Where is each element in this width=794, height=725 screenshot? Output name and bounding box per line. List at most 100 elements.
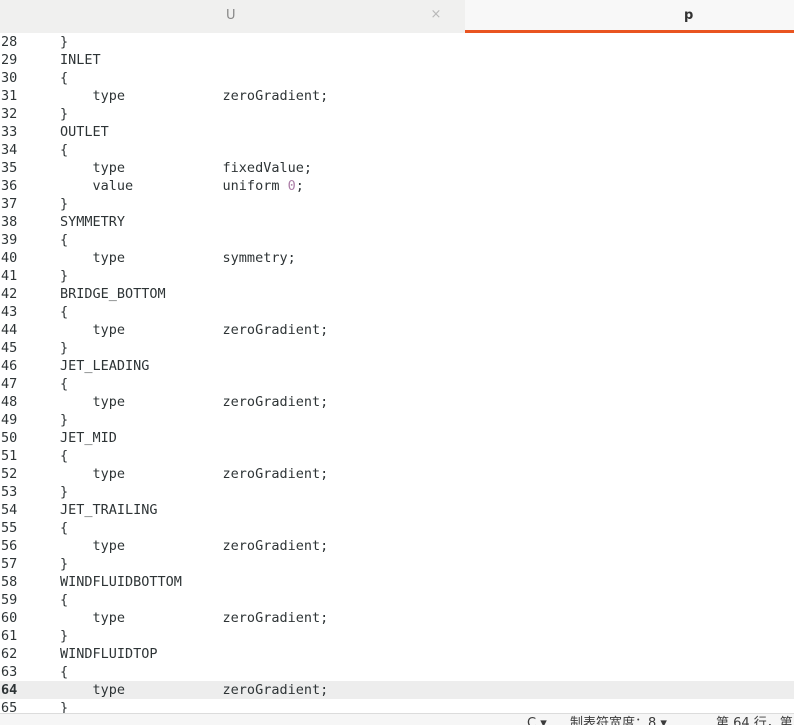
line-number: 61 xyxy=(1,628,18,644)
code-line[interactable]: 32} xyxy=(0,105,794,123)
code-line[interactable]: 36 value uniform 0; xyxy=(0,177,794,195)
line-number: 33 xyxy=(1,124,18,140)
code-token: } xyxy=(60,106,69,122)
code-line[interactable]: 47 { xyxy=(0,375,794,393)
code-token: { xyxy=(60,592,69,608)
code-text: } xyxy=(60,267,68,285)
code-token: } xyxy=(60,700,69,713)
code-text: type zeroGradient; xyxy=(60,537,329,555)
close-icon[interactable]: × xyxy=(429,7,443,23)
code-token: } xyxy=(60,268,69,284)
code-token: { xyxy=(60,664,69,680)
code-token: JET_LEADING xyxy=(60,358,150,374)
code-line[interactable]: 52 type zeroGradient; xyxy=(0,465,794,483)
line-number: 54 xyxy=(1,502,18,518)
code-line[interactable]: 63 { xyxy=(0,663,794,681)
code-line[interactable]: 49} xyxy=(0,411,794,429)
code-line[interactable]: 46 JET_LEADING xyxy=(0,357,794,375)
code-line[interactable]: 58 WINDFLUIDBOTTOM xyxy=(0,573,794,591)
line-number: 59 xyxy=(1,592,18,608)
code-line[interactable]: 54 JET_TRAILING xyxy=(0,501,794,519)
code-token: type zeroGradient; xyxy=(60,682,329,698)
code-token: { xyxy=(60,376,69,392)
code-line[interactable]: 44 type zeroGradient; xyxy=(0,321,794,339)
code-line[interactable]: 51 { xyxy=(0,447,794,465)
line-number: 36 xyxy=(1,178,18,194)
code-editor[interactable]: 28} 29 INLET 30{31 type zeroGradient; 32} 33 O… xyxy=(0,33,794,713)
code-token: WINDFLUIDTOP xyxy=(60,646,158,662)
code-line[interactable]: 43 { xyxy=(0,303,794,321)
code-line[interactable]: 37} xyxy=(0,195,794,213)
code-text: value uniform 0; xyxy=(60,177,304,195)
code-line[interactable]: 35 type fixedValue; xyxy=(0,159,794,177)
code-line[interactable]: 48 type zeroGradient; xyxy=(0,393,794,411)
line-number: 30 xyxy=(1,70,18,86)
code-text: { xyxy=(60,663,68,681)
cursor-position: 第 64 行，第 xyxy=(716,716,793,725)
code-line[interactable]: 41} xyxy=(0,267,794,285)
code-text: JET_MID xyxy=(60,429,117,447)
code-text: } xyxy=(60,105,68,123)
code-line[interactable]: 30 { xyxy=(0,69,794,87)
line-number: 29 xyxy=(1,52,18,68)
code-token: type zeroGradient; xyxy=(60,466,329,482)
code-line[interactable]: 40 type symmetry; xyxy=(0,249,794,267)
tab-u[interactable]: U × xyxy=(0,0,465,33)
line-number: 40 xyxy=(1,250,18,266)
code-token: SYMMETRY xyxy=(60,214,126,230)
line-number: 44 xyxy=(1,322,18,338)
code-line[interactable]: 34 { xyxy=(0,141,794,159)
code-text: } xyxy=(60,339,68,357)
code-text: { xyxy=(60,141,68,159)
code-line[interactable]: 55 { xyxy=(0,519,794,537)
line-number: 52 xyxy=(1,466,18,482)
current-code-line[interactable]: 64 type zeroGradient; xyxy=(0,681,794,699)
code-token: type zeroGradient; xyxy=(60,88,329,104)
code-line[interactable]: 45} xyxy=(0,339,794,357)
code-text: BRIDGE_BOTTOM xyxy=(60,285,166,303)
code-line[interactable]: 31 type zeroGradient; xyxy=(0,87,794,105)
code-line[interactable]: 42 BRIDGE_BOTTOM xyxy=(0,285,794,303)
code-line[interactable]: 33 OUTLET xyxy=(0,123,794,141)
code-line[interactable]: 57} xyxy=(0,555,794,573)
code-line[interactable]: 38 SYMMETRY xyxy=(0,213,794,231)
language-selector[interactable]: C ▾ xyxy=(527,716,547,725)
code-text: type fixedValue; xyxy=(60,159,312,177)
code-line[interactable]: 53} xyxy=(0,483,794,501)
code-text: JET_TRAILING xyxy=(60,501,158,519)
code-token: { xyxy=(60,448,69,464)
code-text: { xyxy=(60,591,68,609)
code-line[interactable]: 28} xyxy=(0,33,794,51)
line-number: 46 xyxy=(1,358,18,374)
code-text: { xyxy=(60,375,68,393)
code-token: JET_TRAILING xyxy=(60,502,158,518)
line-number: 60 xyxy=(1,610,18,626)
code-line[interactable]: 39 { xyxy=(0,231,794,249)
code-text: INLET xyxy=(60,51,101,69)
code-text: type zeroGradient; xyxy=(60,465,329,483)
status-bar: C ▾ 制表符宽度：8 ▾ 第 64 行，第 xyxy=(0,713,794,725)
code-line[interactable]: 50 JET_MID xyxy=(0,429,794,447)
tab-width-selector[interactable]: 制表符宽度：8 ▾ xyxy=(570,716,667,725)
code-token: } xyxy=(60,484,69,500)
line-number: 56 xyxy=(1,538,18,554)
code-line[interactable]: 61} xyxy=(0,627,794,645)
line-number: 65 xyxy=(1,700,18,713)
code-text: } xyxy=(60,483,68,501)
code-line[interactable]: 60 type zeroGradient; xyxy=(0,609,794,627)
code-line[interactable]: 62 WINDFLUIDTOP xyxy=(0,645,794,663)
code-line[interactable]: 29 INLET xyxy=(0,51,794,69)
line-number: 58 xyxy=(1,574,18,590)
code-token: { xyxy=(60,520,69,536)
code-text: } xyxy=(60,627,68,645)
line-number: 57 xyxy=(1,556,18,572)
code-text: } xyxy=(60,411,68,429)
code-text: type zeroGradient; xyxy=(60,393,329,411)
code-text: type zeroGradient; xyxy=(60,321,329,339)
tab-p[interactable]: p xyxy=(465,0,794,33)
line-number: 28 xyxy=(1,34,18,50)
code-line[interactable]: 56 type zeroGradient; xyxy=(0,537,794,555)
code-line[interactable]: 59 { xyxy=(0,591,794,609)
code-line[interactable]: 65} xyxy=(0,699,794,713)
code-token: { xyxy=(60,142,69,158)
